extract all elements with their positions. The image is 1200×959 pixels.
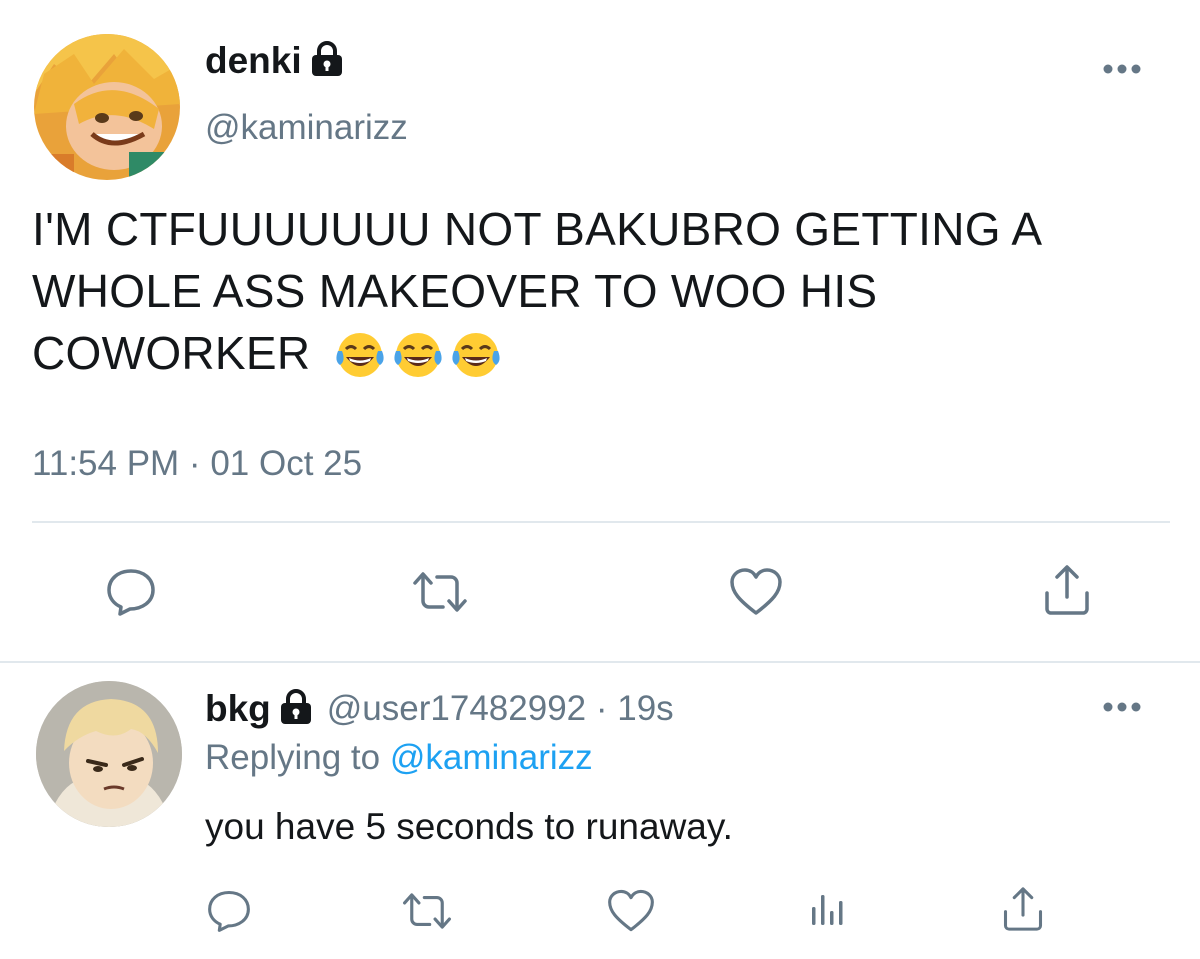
reply-icon bbox=[208, 890, 250, 932]
tweet-text-line-end: COWORKER bbox=[32, 327, 311, 379]
share-icon bbox=[1003, 887, 1043, 931]
like-icon bbox=[608, 889, 654, 932]
replying-to: Replying to @kaminarizz bbox=[205, 738, 593, 778]
main-user-avatar[interactable] bbox=[34, 34, 180, 180]
retweet-button[interactable] bbox=[400, 888, 454, 934]
mention-link[interactable]: @kaminarizz bbox=[390, 738, 593, 777]
reply-button[interactable] bbox=[206, 888, 252, 934]
reply-button[interactable] bbox=[105, 566, 157, 618]
analytics-button[interactable] bbox=[802, 886, 852, 932]
analytics-icon bbox=[812, 895, 843, 925]
divider bbox=[0, 661, 1200, 663]
like-icon bbox=[730, 568, 782, 615]
reply-text: you have 5 seconds to runaway. bbox=[205, 806, 733, 847]
lock-icon bbox=[279, 688, 313, 730]
user-handle[interactable]: @kaminarizz bbox=[205, 108, 408, 148]
divider bbox=[32, 521, 1170, 523]
main-tweet: denki @kaminarizz I'M CTFUUUUUUU NOT BAK… bbox=[0, 0, 1200, 662]
tweet-timestamp[interactable]: 11:54 PM · 01 Oct 25 bbox=[32, 444, 362, 484]
retweet-icon bbox=[413, 572, 467, 612]
tears-of-joy-emoji bbox=[334, 331, 386, 394]
tears-of-joy-emoji bbox=[450, 331, 502, 394]
tweet-text-line: WHOLE ASS MAKEOVER TO WOO HIS bbox=[32, 265, 878, 317]
like-button[interactable] bbox=[728, 566, 784, 618]
reply-user-name-row: bkg @user17482992 · 19s bbox=[205, 688, 674, 730]
share-button[interactable] bbox=[1000, 884, 1046, 934]
reply-icon bbox=[107, 569, 155, 616]
retweet-icon bbox=[403, 893, 451, 929]
main-user-name-row: denki bbox=[205, 40, 344, 82]
tweet-text: I'M CTFUUUUUUU NOT BAKUBRO GETTING A WHO… bbox=[32, 198, 1172, 394]
share-icon bbox=[1045, 565, 1089, 615]
reply-handle-time[interactable]: @user17482992 · 19s bbox=[327, 689, 674, 729]
share-button[interactable] bbox=[1041, 562, 1093, 618]
emoji-group bbox=[334, 331, 502, 394]
display-name[interactable]: denki bbox=[205, 40, 302, 82]
tweet-text-line: I'M CTFUUUUUUU NOT BAKUBRO GETTING A bbox=[32, 203, 1043, 255]
tweet-text-line: COWORKER bbox=[32, 322, 1172, 394]
display-name[interactable]: bkg bbox=[205, 688, 271, 730]
retweet-button[interactable] bbox=[410, 566, 470, 618]
more-options-icon[interactable] bbox=[1102, 62, 1142, 80]
more-options-icon[interactable] bbox=[1102, 700, 1142, 718]
tears-of-joy-emoji bbox=[392, 331, 444, 394]
lock-icon bbox=[310, 40, 344, 82]
reply-user-avatar[interactable] bbox=[36, 681, 182, 827]
like-button[interactable] bbox=[606, 888, 656, 934]
replying-to-label: Replying to bbox=[205, 738, 381, 777]
